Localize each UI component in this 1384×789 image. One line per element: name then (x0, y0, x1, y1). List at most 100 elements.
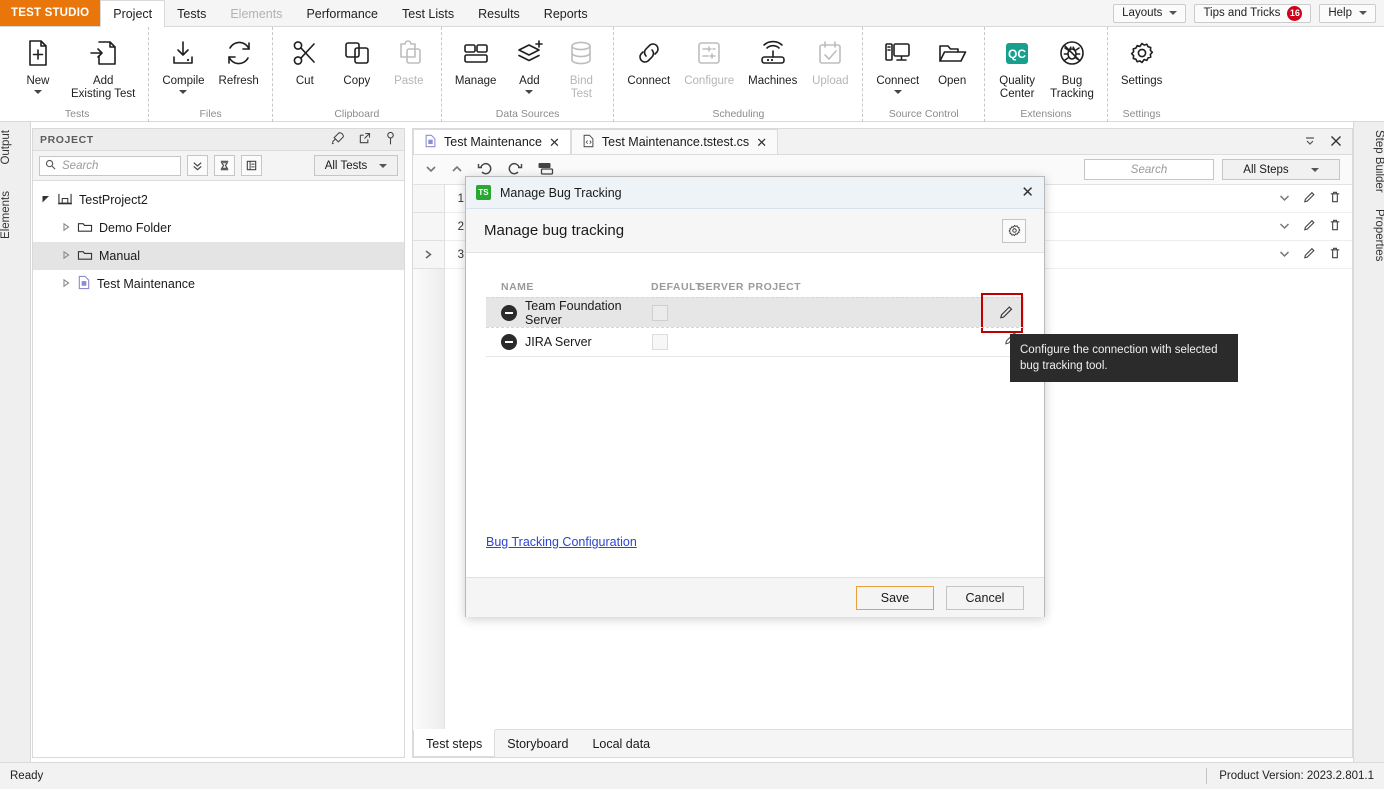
close-document-icon[interactable] (1330, 135, 1342, 150)
ribbon-group-files: Compile Refresh Files (148, 27, 271, 122)
remove-row-icon[interactable] (501, 304, 517, 321)
expand-row-icon[interactable] (1278, 248, 1291, 262)
ribbon-button-copy[interactable]: Copy (331, 27, 383, 88)
close-icon[interactable]: ✕ (756, 136, 767, 149)
ribbon-button-cut[interactable]: Cut (279, 27, 331, 88)
user-filter-button[interactable] (214, 155, 235, 176)
cancel-button[interactable]: Cancel (946, 585, 1024, 610)
ribbon-group-scheduling: Connect Configure Machines Upload Schedu… (613, 27, 862, 122)
chevron-down-icon[interactable] (525, 90, 534, 94)
grid-rows-icon (460, 33, 492, 73)
menu-tab-reports[interactable]: Reports (532, 0, 600, 27)
menu-tab-project[interactable]: Project (100, 0, 166, 28)
default-checkbox[interactable] (652, 334, 668, 350)
ribbon-button-manage[interactable]: Manage (448, 27, 504, 88)
chevron-down-icon[interactable] (34, 90, 42, 94)
pin-icon[interactable] (384, 131, 397, 149)
menu-tab-tests[interactable]: Tests (165, 0, 218, 27)
table-row[interactable]: Team Foundation Server (486, 293, 1024, 333)
ribbon-group-source-control: Connect Open Source Control (862, 27, 984, 122)
move-up-icon[interactable] (451, 163, 463, 177)
ribbon-button-open[interactable]: Open (926, 27, 978, 88)
ribbon-button-refresh[interactable]: Refresh (212, 27, 266, 88)
ribbon-button-add-existing-test[interactable]: Add Existing Test (64, 27, 142, 101)
close-icon[interactable]: ✕ (1021, 185, 1034, 200)
ribbon-button-quality-center[interactable]: QC Quality Center (991, 27, 1043, 101)
project-search-input[interactable] (60, 158, 175, 173)
project-panel-title: PROJECT (40, 133, 94, 146)
layouts-button[interactable]: Layouts (1113, 3, 1187, 23)
dock-tab-properties[interactable]: Properties (1354, 201, 1384, 269)
collapse-arrow-icon[interactable] (61, 277, 71, 291)
collapse-arrow-icon[interactable] (61, 221, 71, 235)
menu-tab-results[interactable]: Results (466, 0, 532, 27)
collapse-all-button[interactable] (187, 155, 208, 176)
chevron-down-icon[interactable] (179, 90, 188, 94)
dialog-subtitle: Manage bug tracking (484, 222, 625, 239)
tree-node-demo-folder[interactable]: Demo Folder (33, 214, 404, 242)
chevron-down-icon[interactable] (893, 90, 902, 94)
tab-local-data[interactable]: Local data (580, 730, 662, 757)
list-view-button[interactable] (241, 155, 262, 176)
edit-row-icon[interactable] (1302, 246, 1317, 264)
tree-node-manual[interactable]: Manual (33, 242, 404, 270)
tab-storyboard[interactable]: Storyboard (495, 730, 580, 757)
tests-filter-dropdown[interactable]: All Tests (314, 155, 398, 176)
tips-and-tricks-button[interactable]: Tips and Tricks 16 (1194, 3, 1312, 23)
ribbon-button-connect-source-control[interactable]: Connect (869, 27, 926, 94)
row-handle[interactable] (413, 240, 445, 269)
ribbon-label-refresh: Refresh (218, 75, 259, 87)
open-external-icon[interactable] (357, 131, 372, 149)
row-handle[interactable] (413, 212, 445, 241)
ribbon-button-new[interactable]: New (12, 27, 64, 94)
steps-search-input[interactable] (1091, 162, 1207, 177)
delete-row-icon[interactable] (1328, 218, 1342, 236)
menu-tab-test-lists[interactable]: Test Lists (390, 0, 466, 27)
delete-row-icon[interactable] (1328, 246, 1342, 264)
help-button[interactable]: Help (1319, 3, 1376, 23)
project-search-box[interactable] (39, 155, 181, 176)
ribbon-button-bug-tracking[interactable]: Bug Tracking (1043, 27, 1101, 101)
chevron-down-icon (379, 163, 388, 168)
default-checkbox[interactable] (652, 304, 668, 321)
ribbon-button-machines[interactable]: Machines (741, 27, 804, 88)
dock-tab-output[interactable]: Output (0, 122, 31, 173)
delete-row-icon[interactable] (1328, 190, 1342, 208)
document-tab-test-maintenance-cs[interactable]: Test Maintenance.tstest.cs ✕ (570, 129, 779, 154)
ribbon-button-add-data-source[interactable]: Add (503, 27, 555, 94)
tips-label: Tips and Tricks (1203, 7, 1281, 19)
tree-node-testproject2[interactable]: TestProject2 (33, 186, 404, 214)
expand-row-icon[interactable] (1278, 192, 1291, 206)
edit-row-icon[interactable] (1302, 190, 1317, 208)
configure-connection-button[interactable] (996, 303, 1016, 323)
ribbon-button-connect-scheduling[interactable]: Connect (620, 27, 677, 88)
dock-tab-elements[interactable]: Elements (0, 183, 31, 247)
document-tab-test-maintenance[interactable]: Test Maintenance ✕ (413, 129, 571, 154)
row-handle[interactable] (413, 184, 445, 213)
ribbon-button-settings[interactable]: Settings (1114, 27, 1170, 88)
tab-test-steps[interactable]: Test steps (413, 729, 496, 757)
steps-filter-dropdown[interactable]: All Steps (1222, 159, 1340, 180)
move-down-icon[interactable] (425, 163, 437, 177)
collapse-arrow-icon[interactable] (61, 249, 71, 263)
tab-list-dropdown-icon[interactable] (1304, 135, 1316, 150)
expand-arrow-icon[interactable] (41, 193, 51, 207)
new-file-icon (22, 33, 54, 73)
ribbon-button-compile[interactable]: Compile (155, 27, 211, 94)
edit-row-icon[interactable] (1302, 218, 1317, 236)
save-button[interactable]: Save (856, 585, 934, 610)
steps-search-box[interactable] (1084, 159, 1214, 180)
ribbon-toolbar: New Add Existing Test Tests Compile Refr… (0, 27, 1384, 122)
bug-tracking-configuration-link[interactable]: Bug Tracking Configuration (486, 535, 637, 549)
tree-node-test-maintenance[interactable]: Test Maintenance (33, 270, 404, 298)
table-row[interactable]: JIRA Server (486, 327, 1024, 357)
close-icon[interactable]: ✕ (549, 136, 560, 149)
tests-filter-label: All Tests (324, 159, 368, 172)
dock-tab-step-builder[interactable]: Step Builder (1354, 122, 1384, 201)
remove-row-icon[interactable] (501, 334, 517, 350)
expand-row-icon[interactable] (1278, 220, 1291, 234)
rocket-icon[interactable] (330, 131, 345, 149)
menu-tab-performance[interactable]: Performance (294, 0, 390, 27)
ribbon-group-label-tests: Tests (64, 108, 90, 120)
settings-gear-button[interactable] (1002, 218, 1026, 243)
